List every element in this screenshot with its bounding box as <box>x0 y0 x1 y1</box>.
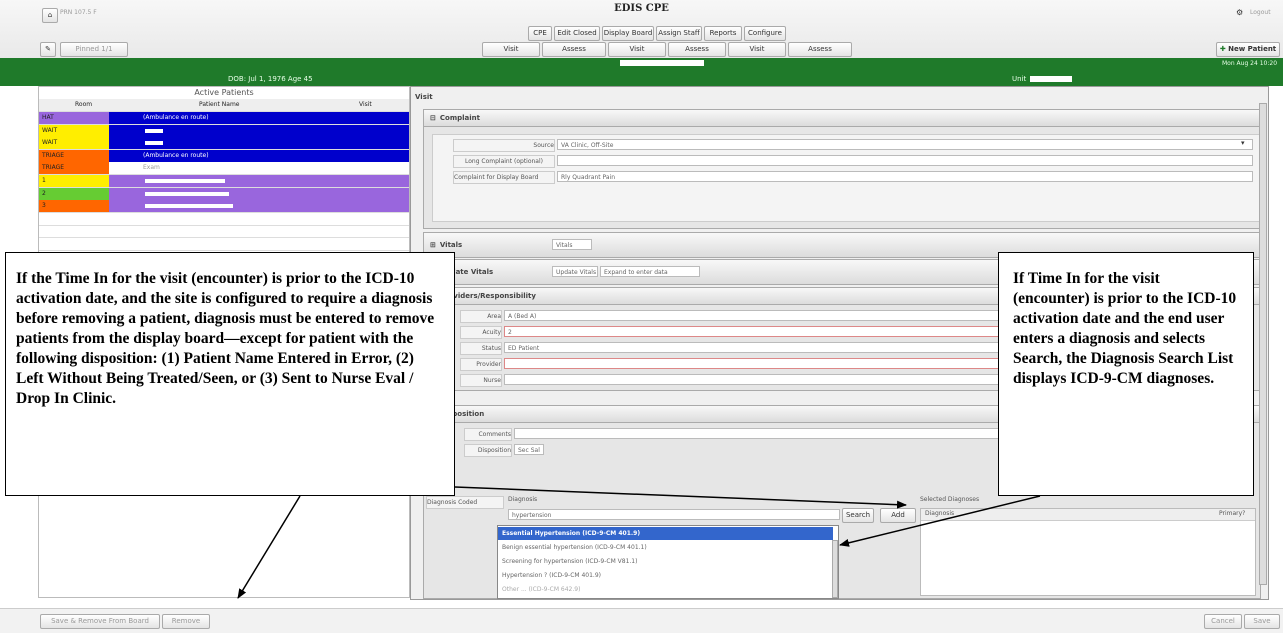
arrow-to-remove-button <box>237 495 301 599</box>
arrow-to-selected-diagnoses <box>454 486 907 509</box>
annotation-arrows <box>237 486 1041 599</box>
